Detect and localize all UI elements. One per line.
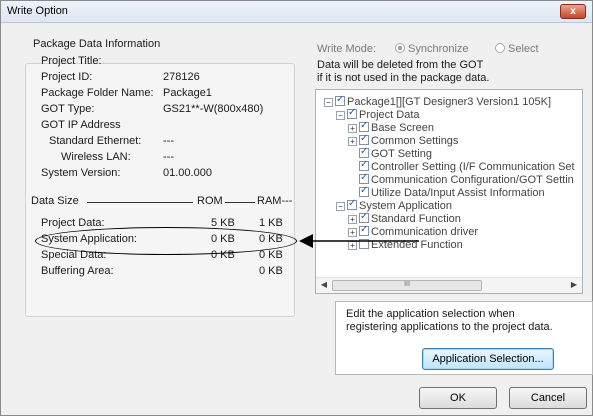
tree-item-controller-setting[interactable]: Controller Setting (I/F Communication Se… (359, 159, 575, 174)
tree-item-label: System Application (359, 200, 452, 212)
standard-ethernet-value: --- (163, 135, 174, 147)
folder-name-value: Package1 (163, 87, 212, 99)
write-mode-label: Write Mode: (317, 43, 377, 55)
tree-item-package1[interactable]: − Package1[][GT Designer3 Version1 105K] (324, 94, 552, 109)
application-selection-button[interactable]: Application Selection... (422, 348, 554, 370)
tree-item-project-data[interactable]: −Project Data (336, 107, 420, 122)
collapse-icon[interactable]: − (336, 111, 345, 120)
ram-header: RAM--- (257, 195, 293, 207)
callout-arrow-icon (299, 234, 419, 248)
folder-name-label: Package Folder Name: (41, 87, 154, 99)
highlight-ellipse (35, 227, 297, 255)
checkbox-icon[interactable] (335, 94, 345, 106)
package-tree-view[interactable]: −Package1[][GT Designer3 Version1 105K] … (315, 89, 583, 294)
tree-item-label: Standard Function (371, 213, 461, 225)
standard-ethernet-label: Standard Ethernet: (49, 135, 142, 147)
checkbox-icon[interactable] (359, 159, 369, 171)
package-data-groupbox (25, 63, 295, 317)
checkbox-icon[interactable] (347, 198, 357, 210)
scroll-right-icon[interactable]: ▶ (568, 280, 580, 289)
tree-item-label: Common Settings (371, 135, 459, 147)
collapse-icon[interactable]: − (324, 98, 333, 107)
checkbox-icon[interactable] (359, 133, 369, 145)
select-radio-dot (495, 43, 505, 53)
info-line-2: registering applications to the project … (346, 321, 553, 333)
project-data-ram: 1 KB (259, 217, 283, 229)
wireless-lan-label: Wireless LAN: (61, 151, 131, 163)
tree-item-label: Controller Setting (I/F Communication Se… (371, 161, 575, 173)
synchronize-radio-dot (395, 43, 405, 53)
got-type-label: GOT Type: (41, 103, 95, 115)
buffering-area-size-label: Buffering Area: (41, 265, 114, 277)
tree-item-system-application[interactable]: − System Application (336, 198, 452, 213)
rom-ram-rule (225, 202, 255, 203)
checkbox-icon[interactable] (359, 146, 369, 158)
expand-icon[interactable]: + (348, 137, 357, 146)
buffering-area-ram: 0 KB (259, 265, 283, 277)
synchronize-radio-label: Synchronize (408, 43, 469, 55)
cancel-button[interactable]: Cancel (509, 387, 587, 409)
dialog-client-area: Package Data Information Project Title: … (3, 25, 593, 413)
checkbox-icon[interactable] (347, 107, 357, 119)
tree-item-label: Utilize Data/Input Assist Information (371, 187, 545, 199)
scroll-left-icon[interactable]: ◀ (318, 280, 330, 289)
application-info-box: Edit the application selection when regi… (335, 301, 593, 375)
horizontal-scrollbar[interactable]: ◀ III ▶ (316, 277, 582, 293)
info-line-1: Edit the application selection when (346, 308, 515, 320)
expand-icon[interactable]: + (348, 215, 357, 224)
data-size-label: Data Size (31, 195, 79, 207)
select-radio[interactable]: Select (495, 43, 539, 55)
checkbox-icon[interactable] (359, 185, 369, 197)
special-data-ram: 0 KB (259, 249, 283, 261)
rom-header: ROM (197, 195, 223, 207)
ok-button[interactable]: OK (419, 387, 497, 409)
note-line-1: Data will be deleted from the GOT (317, 59, 484, 71)
system-version-label: System Version: (41, 167, 121, 179)
data-size-rule (87, 202, 193, 203)
tree-item-label: Base Screen (371, 122, 434, 134)
collapse-icon[interactable]: − (336, 202, 345, 211)
tree-item-label: Package1[][GT Designer3 Version1 105K] (347, 96, 552, 108)
write-option-dialog: Write Option x Package Data Information … (0, 0, 593, 416)
title-bar: Write Option x (1, 1, 592, 23)
checkbox-icon[interactable] (359, 120, 369, 132)
project-title-label: Project Title: (41, 55, 102, 67)
select-radio-label: Select (508, 43, 539, 55)
expand-icon[interactable]: + (348, 124, 357, 133)
note-line-2: if it is not used in the package data. (317, 72, 490, 84)
checkbox-icon[interactable] (359, 211, 369, 223)
close-button[interactable]: x (560, 4, 586, 19)
tree-item-label: Communication Configuration/GOT Settin (371, 174, 574, 186)
got-type-value: GS21**-W(800x480) (163, 103, 264, 115)
system-version-value: 01.00.000 (163, 167, 212, 179)
tree-item-label: GOT Setting (371, 148, 432, 160)
project-id-value: 278126 (163, 71, 200, 83)
project-data-size-label: Project Data: (41, 217, 105, 229)
synchronize-radio[interactable]: Synchronize (395, 43, 469, 55)
wireless-lan-value: --- (163, 151, 174, 163)
tree-item-got-setting[interactable]: GOT Setting (359, 146, 432, 161)
tree-item-utilize-data[interactable]: Utilize Data/Input Assist Information (359, 185, 545, 200)
tree-item-communication-configuration[interactable]: Communication Configuration/GOT Settin (359, 172, 574, 187)
scroll-thumb[interactable]: III (332, 280, 482, 291)
got-ip-address-label: GOT IP Address (41, 119, 121, 131)
window-title: Write Option (7, 5, 68, 17)
package-data-info-label: Package Data Information (31, 38, 163, 50)
project-id-label: Project ID: (41, 71, 93, 83)
checkbox-icon[interactable] (359, 172, 369, 184)
